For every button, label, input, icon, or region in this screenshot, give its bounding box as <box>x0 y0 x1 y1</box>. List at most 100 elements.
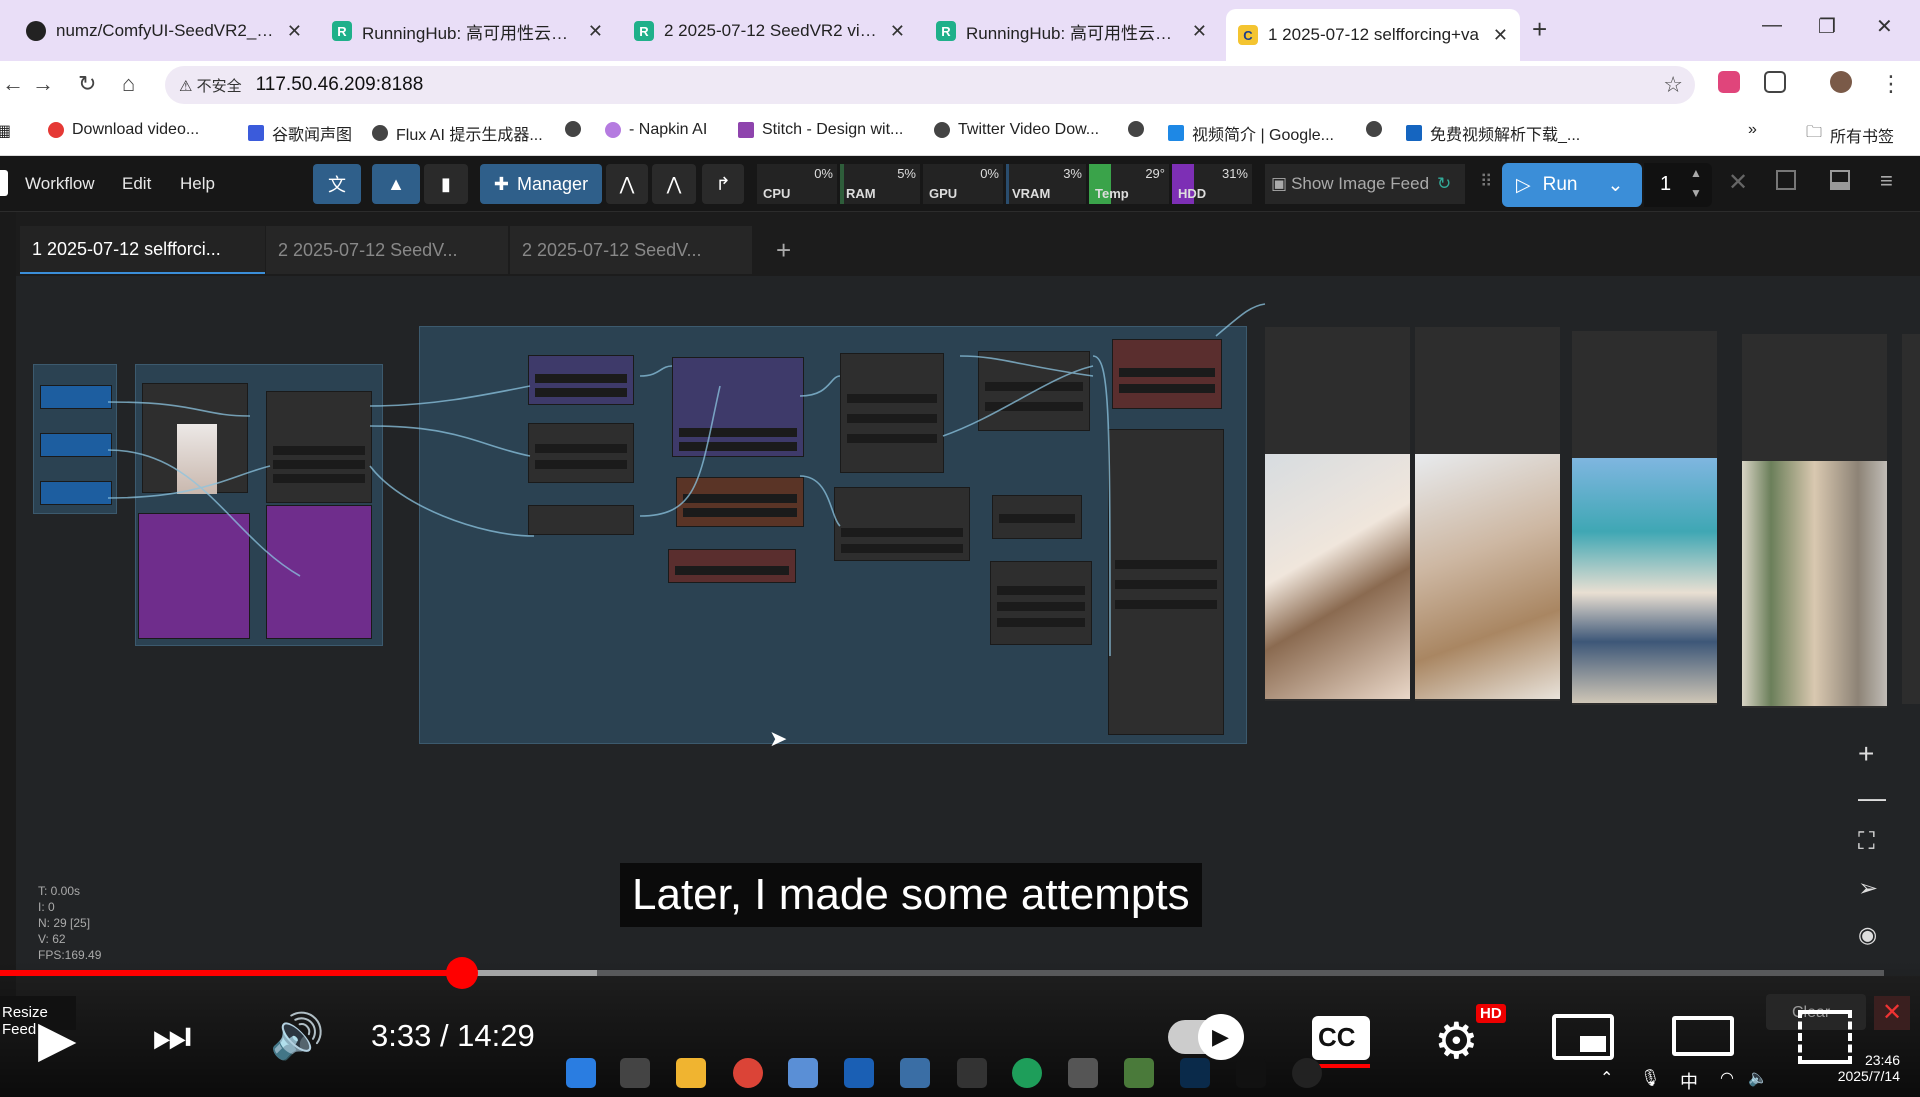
restore-icon[interactable]: ❐ <box>1818 14 1836 39</box>
wechat-icon[interactable] <box>1012 1058 1042 1088</box>
close-feed-icon[interactable]: ✕ <box>1874 996 1910 1030</box>
bookmark-icon[interactable]: ▮ <box>424 164 468 204</box>
obs-icon[interactable] <box>1292 1058 1322 1088</box>
browser-tab-active[interactable]: C 1 2025-07-12 selfforcing+va ✕ <box>1226 9 1520 61</box>
new-tab-button[interactable]: + <box>1532 14 1547 45</box>
bookmark-item[interactable]: Twitter Video Dow... <box>934 121 1099 139</box>
app-icon[interactable] <box>1124 1058 1154 1088</box>
address-bar[interactable]: ⚠ 不安全 117.50.46.209:8188 ☆ <box>165 66 1695 104</box>
bookmark-item[interactable]: 谷歌闻声图 <box>248 121 352 145</box>
close-icon[interactable]: ✕ <box>1192 21 1207 42</box>
browser-tab[interactable]: R RunningHub: 高可用性云端C ✕ <box>320 11 615 51</box>
workflow-tab[interactable]: 2 2025-07-12 SeedV... <box>510 226 752 274</box>
bookmark-item[interactable]: 视频简介 | Google... <box>1168 121 1334 145</box>
video-scrubber-handle[interactable] <box>445 957 478 989</box>
bookmark-item[interactable]: 免费视频解析下载_... <box>1406 121 1580 145</box>
globe-icon[interactable] <box>1128 121 1152 137</box>
share-icon[interactable]: ↱ <box>702 164 744 204</box>
menu-help[interactable]: Help <box>180 174 215 194</box>
translate-extension-icon[interactable] <box>1718 71 1740 93</box>
task-view-icon[interactable] <box>620 1058 650 1088</box>
feed-image-card[interactable] <box>1902 334 1920 704</box>
run-button[interactable]: ▷ Run ⌄ <box>1502 163 1642 207</box>
vscode-icon[interactable] <box>900 1058 930 1088</box>
security-warning[interactable]: ⚠ 不安全 <box>179 75 242 96</box>
bookmark-item[interactable]: Flux AI 提示生成器... <box>372 121 543 145</box>
bookmark-item[interactable]: - Napkin AI <box>605 121 707 139</box>
file-explorer-icon[interactable] <box>676 1058 706 1088</box>
microphone-icon[interactable]: 🎙 <box>1640 1068 1660 1088</box>
translate-icon[interactable]: 文 <box>313 164 361 204</box>
decrement-icon[interactable]: ▼ <box>1690 186 1702 200</box>
panel-icon[interactable] <box>1776 170 1796 190</box>
crystools-icon[interactable]: ▲ <box>372 164 420 204</box>
more-bookmarks-icon[interactable]: » <box>1748 121 1757 139</box>
comfy-logo-icon[interactable] <box>0 170 8 196</box>
workflow-tab-active[interactable]: 1 2025-07-12 selfforci... <box>20 226 265 274</box>
bookmark-item[interactable]: Stitch - Design wit... <box>738 121 903 139</box>
workflow-tab[interactable]: 2 2025-07-12 SeedV... <box>266 226 508 274</box>
visibility-icon[interactable]: ◉ <box>1858 922 1877 948</box>
video-progress-bar[interactable] <box>0 957 1884 989</box>
fit-view-icon[interactable]: ⛶ <box>1858 828 1875 856</box>
close-icon[interactable]: ✕ <box>1493 25 1508 46</box>
close-icon[interactable]: ✕ <box>287 21 302 42</box>
home-icon[interactable]: ⌂ <box>122 71 135 97</box>
feed-image-card[interactable] <box>1415 327 1560 701</box>
all-bookmarks[interactable]: 🗀 所有书签 <box>1806 121 1894 148</box>
apps-icon[interactable]: ▦ <box>0 121 11 141</box>
add-workflow-tab-button[interactable]: + <box>764 226 794 274</box>
terminal-icon[interactable] <box>957 1058 987 1088</box>
theater-mode-icon[interactable] <box>1672 1016 1734 1056</box>
chrome-icon[interactable] <box>733 1058 763 1088</box>
capcut-icon[interactable] <box>1236 1058 1266 1088</box>
feed-image-card[interactable] <box>1265 327 1410 701</box>
browser-tab[interactable]: R RunningHub: 高可用性云端C ✕ <box>924 11 1219 51</box>
bottom-panel-icon[interactable] <box>1830 170 1850 190</box>
forward-icon[interactable]: → <box>32 71 54 97</box>
globe-icon[interactable] <box>565 121 589 137</box>
globe-icon[interactable] <box>1366 121 1390 137</box>
extensions-icon[interactable] <box>1764 71 1786 93</box>
autoplay-toggle[interactable]: ▶ <box>1168 1014 1244 1060</box>
close-icon[interactable]: ✕ <box>588 21 603 42</box>
node-canvas[interactable]: T: 0.00s I: 0 N: 29 [25] V: 62 FPS:169.4… <box>0 212 1920 1012</box>
bookmark-star-icon[interactable]: ☆ <box>1663 72 1683 98</box>
drag-handle-icon[interactable]: ⠿ <box>1480 172 1492 192</box>
browser-tab[interactable]: numz/ComfyUI-SeedVR2_Vid ✕ <box>14 11 314 51</box>
window-close-icon[interactable]: ✕ <box>1876 14 1893 39</box>
app-icon[interactable] <box>788 1058 818 1088</box>
node-tool-icon[interactable]: ⋀ <box>606 164 648 204</box>
bookmark-item[interactable]: Download video... <box>48 121 199 139</box>
hamburger-icon[interactable]: ≡ <box>1880 168 1893 194</box>
app-icon[interactable] <box>1068 1058 1098 1088</box>
show-image-feed-button[interactable]: ▣ Show Image Feed ↻ <box>1265 164 1465 204</box>
browser-menu-icon[interactable]: ⋮ <box>1880 71 1902 97</box>
reload-icon[interactable]: ↻ <box>78 71 96 97</box>
manager-button[interactable]: ✚ Manager <box>480 164 602 204</box>
minimize-icon[interactable]: — <box>1762 14 1782 37</box>
profile-avatar[interactable] <box>1830 71 1852 93</box>
app-icon[interactable] <box>844 1058 874 1088</box>
close-icon[interactable]: ✕ <box>890 21 905 42</box>
feed-image-card[interactable] <box>1742 334 1887 708</box>
tray-chevron-icon[interactable]: ⌃ <box>1600 1068 1613 1088</box>
clock[interactable]: 23:46 2025/7/14 <box>1820 1052 1900 1084</box>
cancel-icon[interactable]: ✕ <box>1728 168 1748 197</box>
feed-image-card[interactable] <box>1572 331 1717 705</box>
menu-workflow[interactable]: Workflow <box>25 174 95 194</box>
wifi-icon[interactable]: ◠ <box>1720 1068 1734 1088</box>
back-icon[interactable]: ← <box>2 71 24 97</box>
photoshop-icon[interactable] <box>1180 1058 1210 1088</box>
zoom-out-icon[interactable]: — <box>1858 782 1886 814</box>
zoom-in-icon[interactable]: + <box>1858 738 1874 770</box>
ime-indicator[interactable]: 中 <box>1680 1068 1698 1094</box>
navigate-icon[interactable]: ➢ <box>1858 874 1878 903</box>
browser-tab[interactable]: R 2 2025-07-12 SeedVR2 video ✕ <box>622 11 917 51</box>
chevron-down-icon[interactable]: ⌄ <box>1607 174 1623 197</box>
increment-icon[interactable]: ▲ <box>1690 166 1702 180</box>
node-tool-icon-2[interactable]: ⋀ <box>652 164 696 204</box>
speaker-icon[interactable]: 🔈 <box>1748 1068 1768 1088</box>
menu-edit[interactable]: Edit <box>122 174 151 194</box>
windows-start-icon[interactable] <box>566 1058 596 1088</box>
